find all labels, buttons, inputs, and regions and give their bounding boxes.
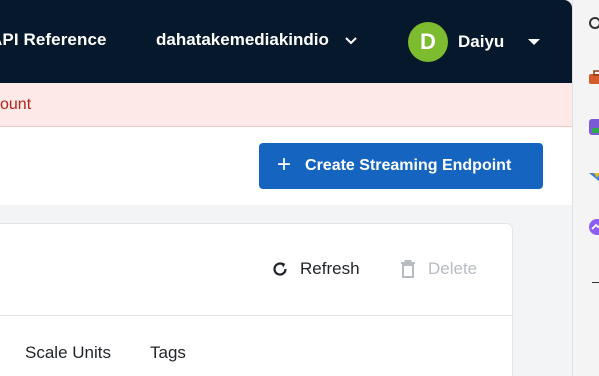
delete-button[interactable]: Delete bbox=[400, 259, 477, 279]
api-reference-link[interactable]: API Reference bbox=[0, 30, 107, 50]
endpoints-table-card: Refresh Delete Scale Units Tags bbox=[0, 223, 513, 376]
chevron-down-icon bbox=[345, 37, 357, 45]
account-name: dahatakemediakindio bbox=[156, 30, 329, 49]
caret-down-icon bbox=[528, 39, 541, 45]
alert-banner: ount bbox=[0, 83, 572, 127]
create-streaming-endpoint-button[interactable]: + Create Streaming Endpoint bbox=[259, 143, 543, 189]
trash-icon bbox=[401, 260, 415, 278]
extensions-icon[interactable] bbox=[588, 118, 599, 136]
create-button-label: Create Streaming Endpoint bbox=[305, 157, 512, 174]
refresh-button[interactable]: Refresh bbox=[270, 259, 360, 279]
toolbox-icon[interactable] bbox=[588, 68, 599, 86]
account-switcher[interactable]: dahatakemediakindio bbox=[156, 30, 359, 50]
refresh-label: Refresh bbox=[300, 259, 360, 278]
table-actions-bar: Refresh Delete bbox=[0, 224, 512, 316]
shopping-icon[interactable] bbox=[588, 168, 599, 186]
column-header-tags[interactable]: Tags bbox=[150, 343, 186, 363]
page-toolbar: + Create Streaming Endpoint bbox=[0, 127, 572, 205]
panel-divider bbox=[592, 282, 599, 283]
user-menu[interactable]: D Daiyu bbox=[408, 22, 541, 62]
alert-text: ount bbox=[0, 96, 32, 113]
user-name: Daiyu bbox=[458, 32, 505, 51]
refresh-icon bbox=[273, 262, 287, 276]
column-header-scale-units[interactable]: Scale Units bbox=[25, 343, 111, 363]
messenger-icon[interactable] bbox=[588, 218, 599, 236]
delete-label: Delete bbox=[428, 259, 478, 278]
plus-icon: + bbox=[277, 151, 292, 178]
app-window: API Reference dahatakemediakindio D Daiy… bbox=[0, 0, 572, 376]
browser-side-panel bbox=[572, 0, 599, 376]
top-navigation-bar: API Reference dahatakemediakindio D Daiy… bbox=[0, 0, 572, 83]
search-icon[interactable] bbox=[588, 16, 599, 34]
avatar: D bbox=[408, 22, 448, 62]
